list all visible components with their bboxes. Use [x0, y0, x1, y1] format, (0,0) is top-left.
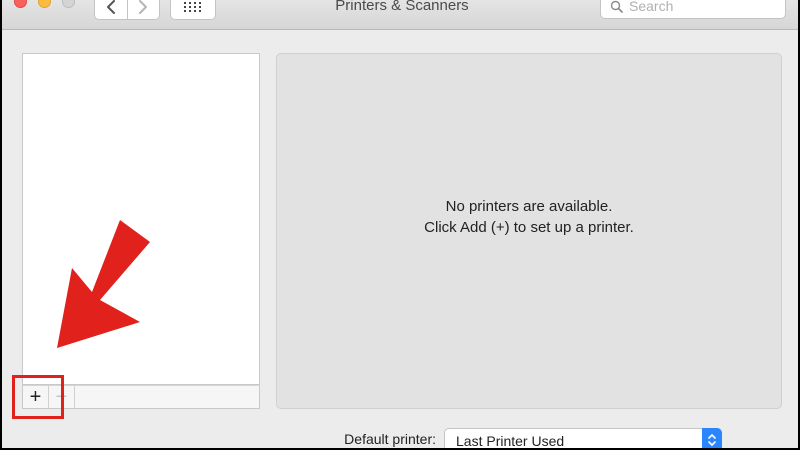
default-printer-select[interactable]: Last Printer Used: [444, 428, 722, 448]
chevron-left-icon: [106, 0, 115, 14]
minimize-window-button[interactable]: [38, 0, 51, 8]
zoom-window-button[interactable]: [62, 0, 75, 8]
close-window-button[interactable]: [14, 0, 27, 8]
search-field[interactable]: [600, 0, 786, 19]
toolbar: Printers & Scanners: [2, 0, 798, 30]
printer-detail-pane: No printers are available. Click Add (+)…: [276, 53, 782, 409]
default-printer-value: Last Printer Used: [456, 433, 565, 448]
add-button-highlight: [12, 375, 64, 419]
navigation-buttons: [94, 0, 160, 20]
forward-button[interactable]: [126, 0, 160, 19]
back-button[interactable]: [95, 0, 127, 19]
empty-state-line-2: Click Add (+) to set up a printer.: [424, 219, 634, 236]
show-all-button[interactable]: [170, 0, 216, 20]
printers-scanners-window: Printers & Scanners + − No printers are …: [2, 0, 798, 448]
empty-state-message: No printers are available. Click Add (+)…: [277, 196, 781, 238]
window-title: Printers & Scanners: [335, 0, 469, 14]
default-printer-label: Default printer:: [344, 431, 436, 447]
search-input[interactable]: [629, 0, 779, 15]
search-icon: [610, 0, 623, 13]
chevron-right-icon: [139, 0, 148, 14]
up-down-chevron-icon: [708, 434, 716, 446]
red-arrow-annotation: [57, 220, 150, 348]
empty-state-line-1: No printers are available.: [445, 198, 613, 215]
select-stepper[interactable]: [702, 428, 722, 448]
grid-icon: [184, 2, 201, 12]
